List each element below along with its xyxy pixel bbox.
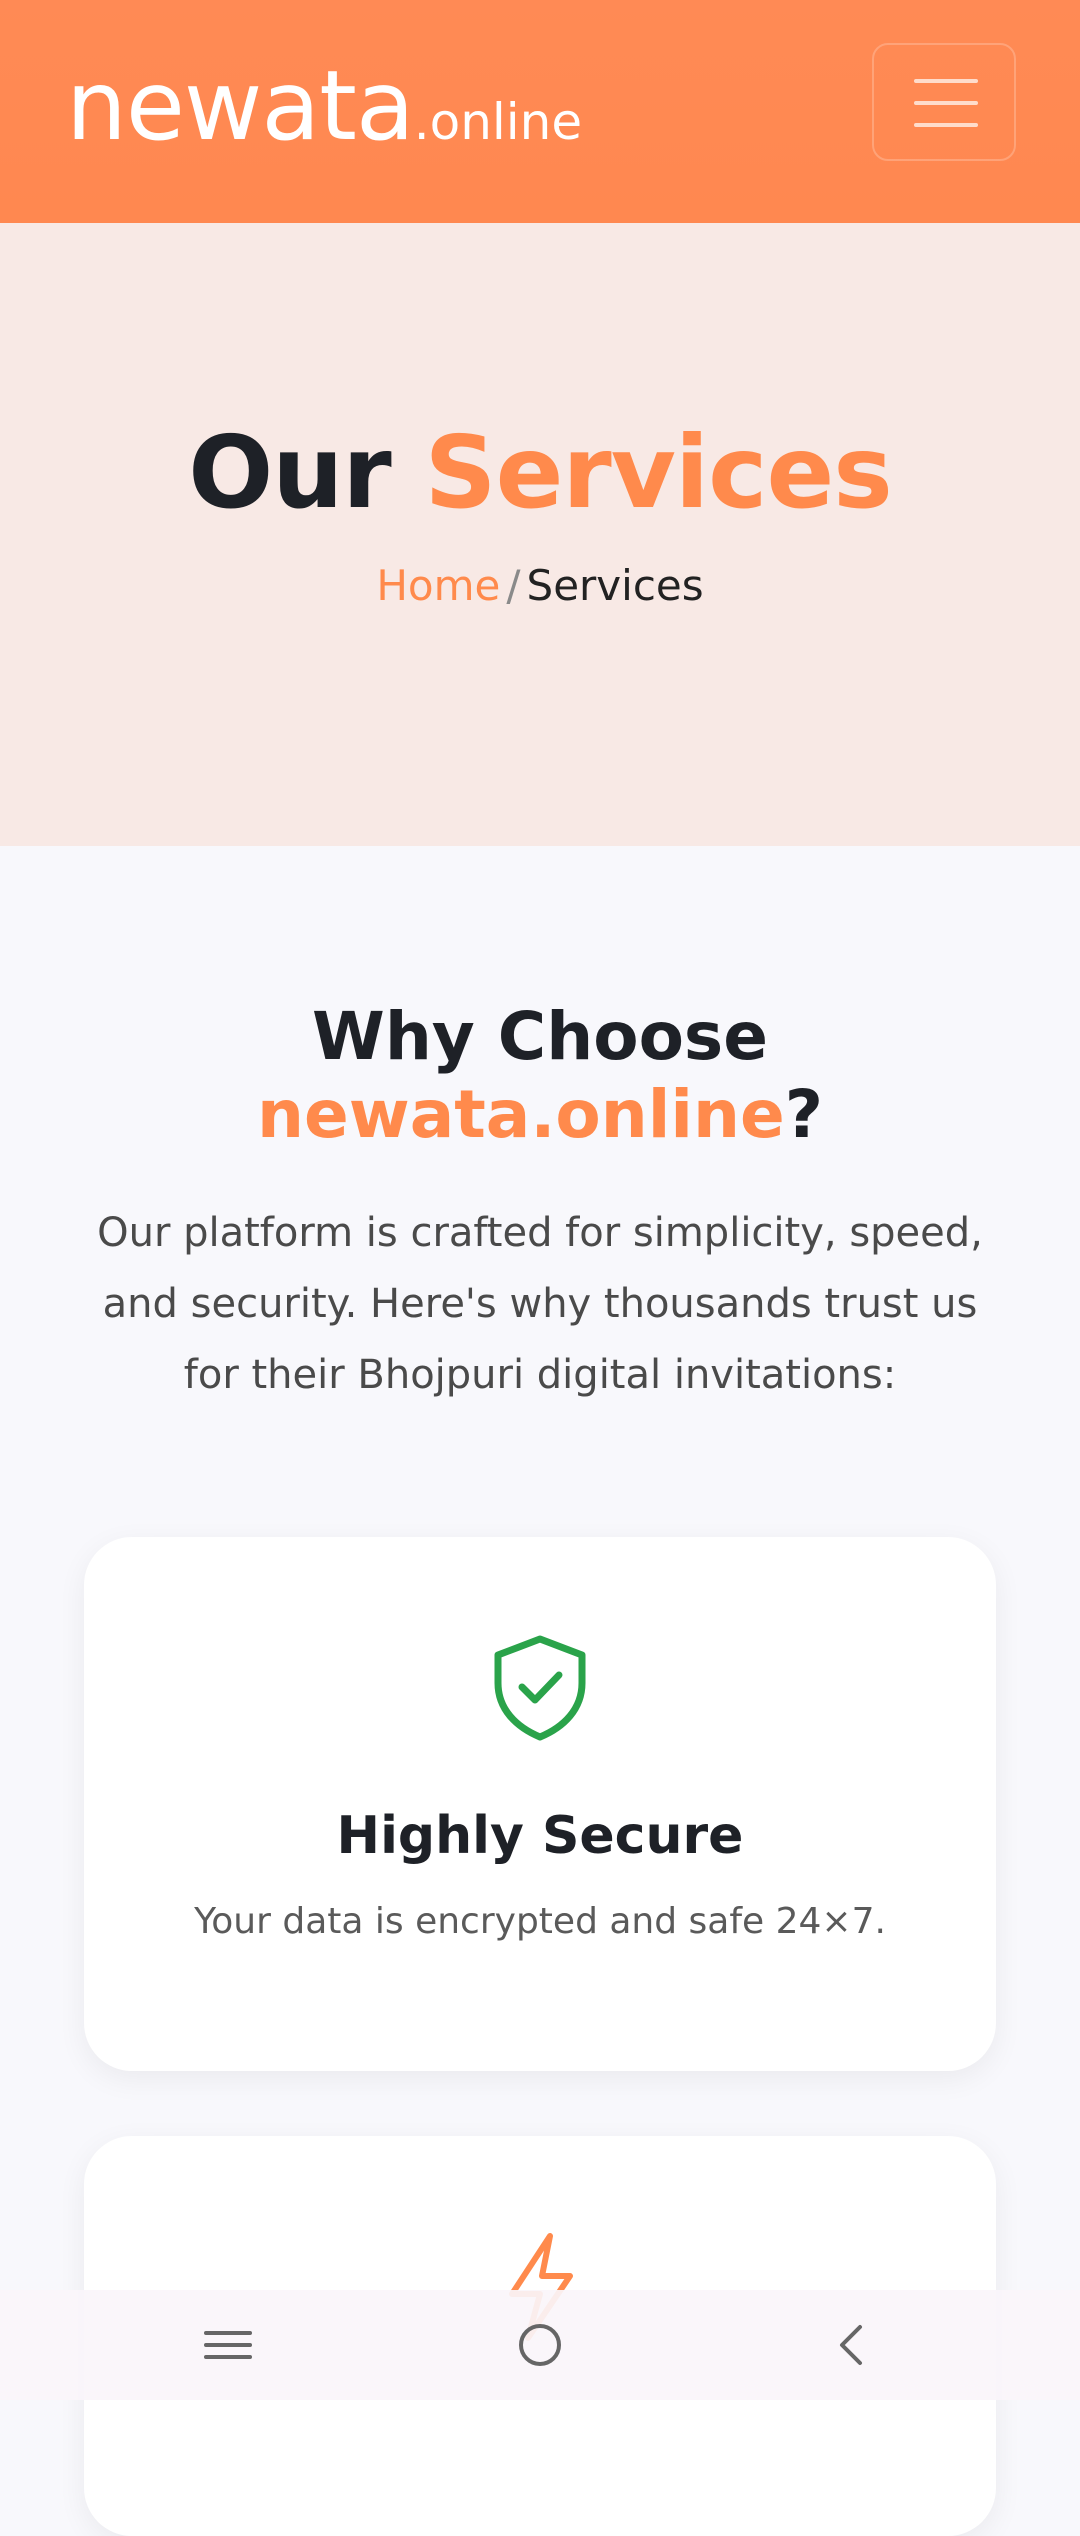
why-choose-question-mark: ? [784, 1076, 824, 1153]
top-header: newata.online [0, 0, 1080, 223]
logo-main-text: newata [66, 50, 415, 162]
recent-apps-icon [204, 2331, 252, 2359]
why-choose-heading: Why Choose newata.online? [0, 998, 1080, 1154]
feature-text: Your data is encrypted and safe 24×7. [194, 1901, 886, 1942]
page-title-part1: Our [188, 414, 392, 531]
feature-card-secure: Highly Secure Your data is encrypted and… [84, 1537, 996, 2071]
why-choose-line1: Why Choose [312, 998, 768, 1075]
hamburger-menu-icon [914, 79, 978, 127]
recent-apps-button[interactable] [158, 2290, 298, 2400]
back-button[interactable] [782, 2290, 922, 2400]
breadcrumb: Home / Services [0, 561, 1080, 611]
why-choose-description: Our platform is crafted for simplicity, … [97, 1210, 983, 1398]
back-chevron-icon [840, 2325, 862, 2365]
site-logo[interactable]: newata.online [66, 58, 582, 154]
home-circle-icon [519, 2324, 561, 2366]
hamburger-menu-button[interactable] [872, 43, 1016, 161]
breadcrumb-separator: / [506, 561, 521, 610]
shield-check-icon [494, 1635, 586, 1741]
home-button[interactable] [470, 2290, 610, 2400]
breadcrumb-home-link[interactable]: Home [376, 561, 500, 610]
page-hero: Our Services Home / Services [0, 223, 1080, 846]
system-navigation-bar [0, 2290, 1080, 2400]
why-choose-line2: newata.online? [0, 1076, 1080, 1154]
logo-suffix-text: .online [413, 93, 583, 151]
page-title: Our Services [0, 413, 1080, 533]
why-choose-brand: newata.online [256, 1076, 785, 1153]
page-title-accent: Services [424, 414, 893, 531]
feature-title: Highly Secure [336, 1806, 744, 1866]
breadcrumb-current: Services [526, 561, 704, 610]
